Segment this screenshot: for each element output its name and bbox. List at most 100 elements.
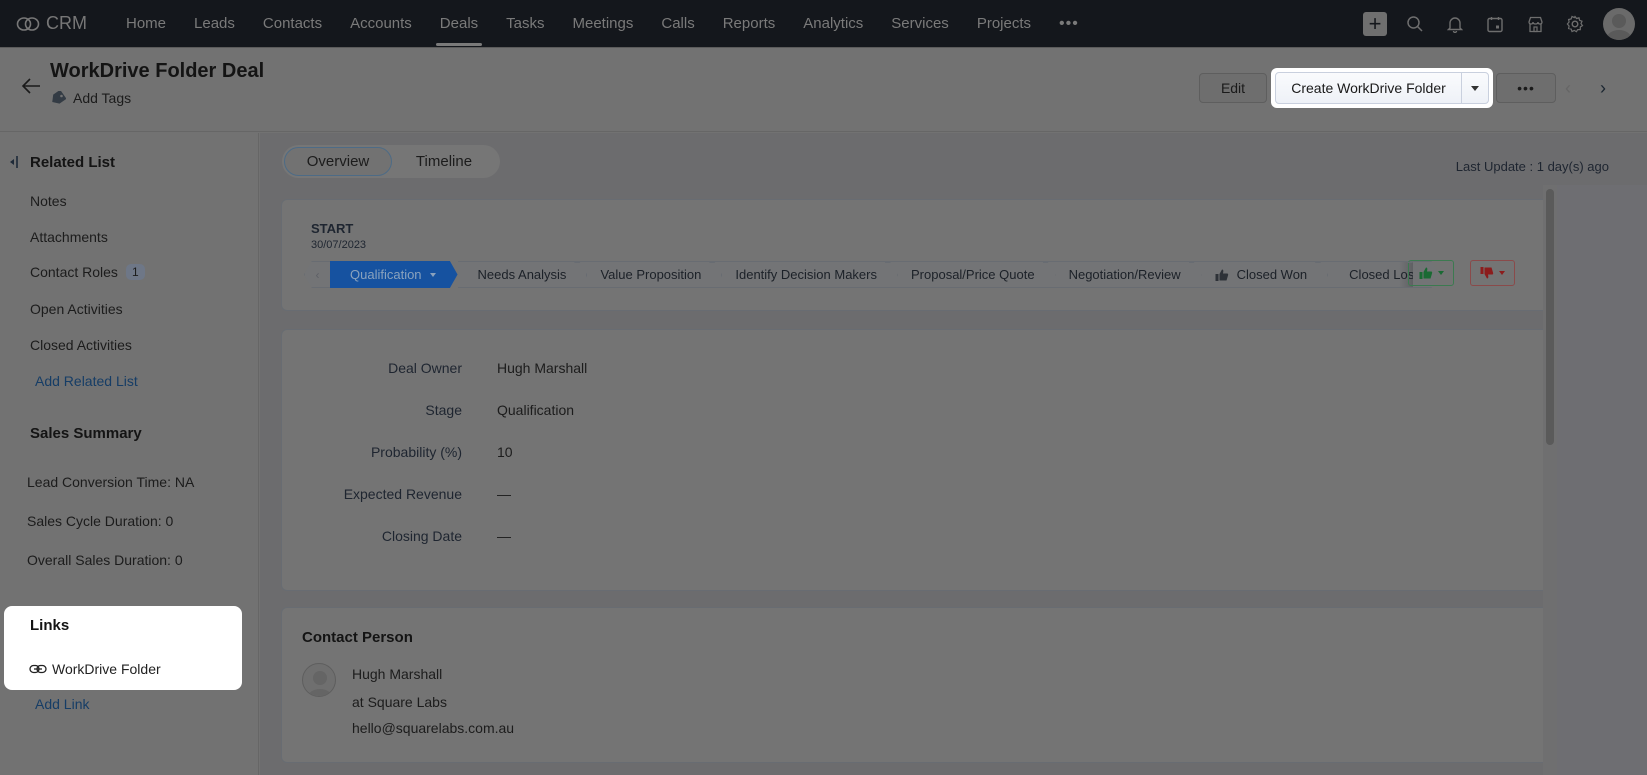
contact-avatar: [302, 663, 336, 697]
nav-meetings[interactable]: Meetings: [559, 0, 648, 48]
nav-home[interactable]: Home: [112, 0, 180, 48]
sales-summary-heading: Sales Summary: [30, 425, 142, 442]
related-item-label: Closed Activities: [30, 337, 132, 353]
contact-email[interactable]: hello@squarelabs.com.au: [352, 720, 514, 736]
nav-reports[interactable]: Reports: [709, 0, 790, 48]
tab-timeline[interactable]: Timeline: [392, 147, 496, 176]
related-item-closed-activities[interactable]: Closed Activities: [30, 337, 132, 353]
search-button[interactable]: [1395, 0, 1435, 48]
nav-leads[interactable]: Leads: [180, 0, 249, 48]
field-probability: Probability (%) 10: [282, 444, 882, 464]
more-actions-button[interactable]: •••: [1496, 73, 1556, 103]
workdrive-folder-link[interactable]: WorkDrive Folder: [29, 661, 161, 677]
field-label: Probability (%): [370, 444, 462, 460]
caret-down-icon: [1437, 271, 1444, 275]
nav-deals[interactable]: Deals: [426, 0, 492, 48]
next-record-button[interactable]: ›: [1600, 78, 1606, 99]
field-stage: Stage Qualification: [282, 402, 882, 422]
crm-logo-icon: [16, 16, 40, 31]
nav-accounts[interactable]: Accounts: [336, 0, 426, 48]
nav-services[interactable]: Services: [877, 0, 963, 48]
field-value[interactable]: —: [497, 528, 511, 544]
previous-record-button[interactable]: ‹: [1565, 78, 1571, 99]
notifications-button[interactable]: [1435, 0, 1475, 48]
stage-label: Closed Won: [1236, 267, 1308, 282]
user-avatar[interactable]: [1603, 8, 1635, 40]
tag-icon: [52, 91, 66, 104]
create-workdrive-folder-dropdown[interactable]: [1462, 73, 1488, 103]
nav-tasks[interactable]: Tasks: [492, 0, 558, 48]
stage-label: Negotiation/Review: [1068, 267, 1181, 282]
nav-calls[interactable]: Calls: [647, 0, 708, 48]
nav-analytics[interactable]: Analytics: [789, 0, 877, 48]
stage-needs-analysis[interactable]: Needs Analysis: [457, 261, 581, 288]
overall-sales-duration: Overall Sales Duration: 0: [27, 552, 183, 568]
stage-label: Closed Lost: [1349, 267, 1414, 282]
nav-projects[interactable]: Projects: [963, 0, 1045, 48]
deal-fields-card: Deal Owner Hugh Marshall Stage Qualifica…: [281, 329, 1599, 591]
back-arrow-icon[interactable]: [20, 76, 42, 96]
stage-card: START 30/07/2023 ‹ Qualification Needs A…: [281, 199, 1599, 311]
start-date: 30/07/2023: [311, 239, 367, 251]
stage-value-proposition[interactable]: Value Proposition: [580, 261, 716, 288]
add-link[interactable]: Add Link: [35, 696, 89, 712]
stage-label: Qualification: [350, 267, 422, 282]
links-section: Links WorkDrive Folder: [4, 606, 242, 690]
thumbs-up-icon: [1419, 267, 1432, 279]
related-item-label: Notes: [30, 193, 67, 209]
last-update: Last Update : 1 day(s) ago: [1455, 159, 1609, 174]
add-related-list-link[interactable]: Add Related List: [35, 373, 138, 389]
caret-down-icon: [1471, 85, 1479, 91]
stage-scroll-left-button[interactable]: ‹: [304, 261, 330, 288]
marketplace-button[interactable]: [1515, 0, 1555, 48]
add-tags-label: Add Tags: [73, 90, 132, 106]
lead-conversion-time: Lead Conversion Time: NA: [27, 474, 195, 490]
contact-name[interactable]: Hugh Marshall: [352, 666, 442, 682]
related-item-label: Open Activities: [30, 301, 123, 317]
thumbs-up-icon: [1215, 269, 1228, 281]
stage-closed-lost[interactable]: Closed Lost: [1321, 261, 1414, 288]
related-item-open-activities[interactable]: Open Activities: [30, 301, 123, 317]
stage-qualification[interactable]: Qualification: [330, 261, 458, 288]
create-button[interactable]: +: [1355, 0, 1395, 48]
app-name: CRM: [46, 13, 87, 33]
view-tabs: Overview Timeline: [282, 145, 500, 178]
mark-lost-button[interactable]: [1470, 260, 1515, 286]
settings-button[interactable]: [1555, 0, 1595, 48]
main-scrollbar[interactable]: [1543, 185, 1557, 775]
field-value[interactable]: —: [497, 486, 511, 502]
nav-contacts[interactable]: Contacts: [249, 0, 336, 48]
sidebar: Related List Notes Attachments Contact R…: [0, 133, 259, 775]
mark-won-button[interactable]: [1408, 260, 1454, 286]
link-label: WorkDrive Folder: [52, 661, 161, 677]
create-workdrive-folder-button[interactable]: Create WorkDrive Folder: [1276, 73, 1462, 103]
add-tags-button[interactable]: Add Tags: [50, 90, 131, 106]
caret-down-icon: [429, 272, 436, 277]
field-value[interactable]: Hugh Marshall: [497, 360, 587, 376]
related-item-notes[interactable]: Notes: [30, 193, 67, 209]
stage-proposal-price-quote[interactable]: Proposal/Price Quote: [891, 261, 1049, 288]
nav-tabs: Home Leads Contacts Accounts Deals Tasks…: [112, 0, 1093, 48]
scrollbar-thumb[interactable]: [1546, 189, 1554, 445]
tab-overview[interactable]: Overview: [284, 147, 392, 176]
collapse-sidebar-icon[interactable]: [9, 155, 19, 169]
related-item-attachments[interactable]: Attachments: [30, 229, 108, 245]
calendar-button[interactable]: [1475, 0, 1515, 48]
contact-company[interactable]: at Square Labs: [352, 694, 447, 710]
crm-logo[interactable]: CRM: [16, 13, 106, 34]
gear-icon: [1566, 15, 1584, 33]
stage-identify-decision-makers[interactable]: Identify Decision Makers: [715, 261, 891, 288]
nav-more-button[interactable]: •••: [1045, 15, 1093, 33]
field-value[interactable]: 10: [497, 444, 513, 460]
main-content: Overview Timeline Last Update : 1 day(s)…: [260, 133, 1647, 775]
user-icon: [1607, 14, 1631, 40]
top-navigation: CRM Home Leads Contacts Accounts Deals T…: [0, 0, 1647, 48]
stage-negotiation-review[interactable]: Negotiation/Review: [1048, 261, 1195, 288]
edit-button[interactable]: Edit: [1199, 73, 1267, 103]
field-value[interactable]: Qualification: [497, 402, 574, 418]
related-item-contact-roles[interactable]: Contact Roles 1: [30, 264, 145, 280]
create-workdrive-folder-split-button: Create WorkDrive Folder: [1275, 72, 1489, 104]
stage-closed-won[interactable]: Closed Won: [1194, 261, 1322, 288]
user-icon: [308, 671, 332, 696]
field-closing-date: Closing Date —: [282, 528, 882, 548]
